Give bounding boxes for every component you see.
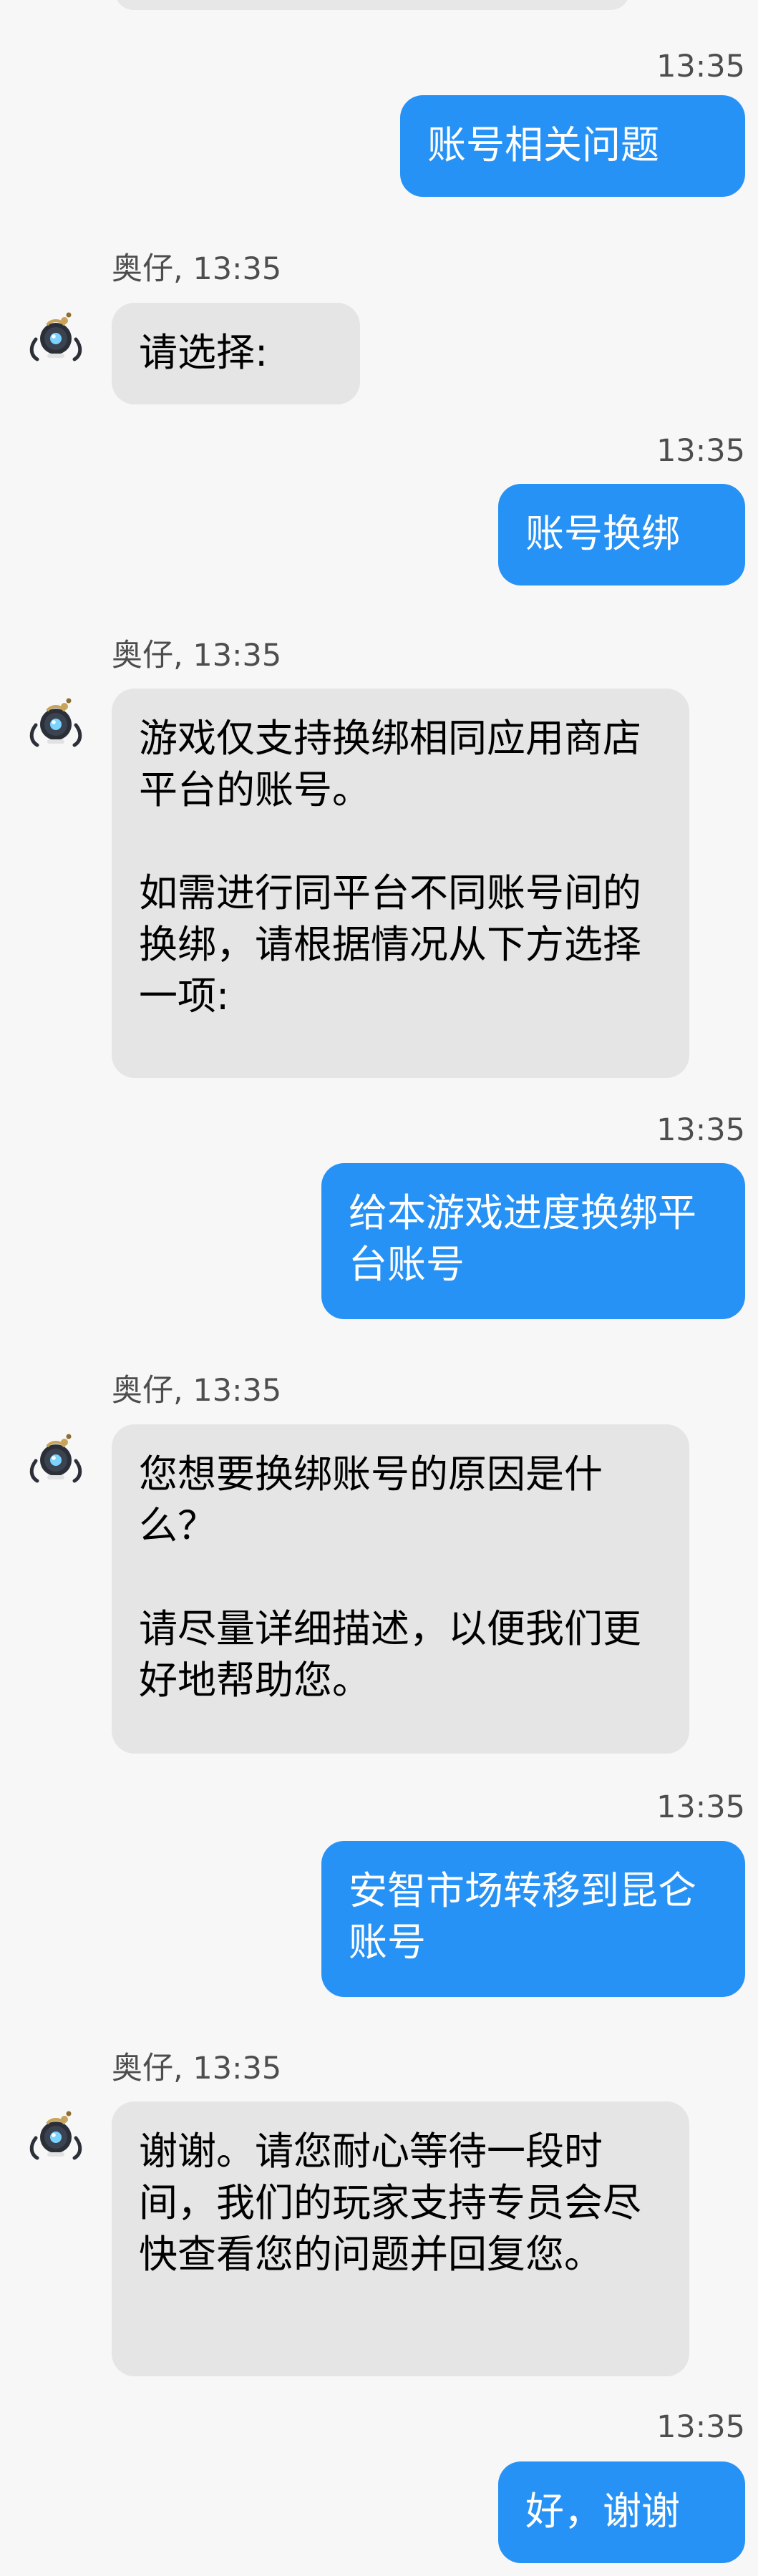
previous-message-fragment — [115, 0, 630, 10]
bot-avatar — [23, 305, 89, 371]
bot-sender-name: 奥仔, 13:35 — [112, 2051, 282, 2086]
bot-message[interactable]: 请选择: — [112, 303, 360, 404]
message-timestamp: 13:35 — [656, 1789, 745, 1825]
robot-avatar-icon — [29, 312, 82, 361]
bot-message[interactable]: 您想要换绑账号的原因是什么？ 请尽量详细描述，以便我们更好地帮助您。 — [112, 1424, 689, 1754]
chat-thread: 13:35 账号相关问题 奥仔, 13:35 请选择: 13:35 账号换绑 奥… — [0, 0, 758, 2576]
bot-sender-name: 奥仔, 13:35 — [112, 638, 282, 674]
bot-sender-name: 奥仔, 13:35 — [112, 251, 282, 287]
robot-avatar-icon — [29, 698, 82, 747]
user-message[interactable]: 给本游戏进度换绑平台账号 — [321, 1163, 745, 1319]
bot-message[interactable]: 游戏仅支持换绑相同应用商店平台的账号。 如需进行同平台不同账号间的换绑，请根据情… — [112, 689, 689, 1078]
user-message[interactable]: 好，谢谢 — [498, 2461, 745, 2563]
message-timestamp: 13:35 — [656, 2409, 745, 2445]
bot-avatar — [23, 691, 89, 757]
bot-avatar — [23, 2104, 89, 2169]
user-message[interactable]: 账号相关问题 — [400, 95, 745, 197]
user-message[interactable]: 安智市场转移到昆仑账号 — [321, 1841, 745, 1997]
bot-message[interactable]: 谢谢。请您耐心等待一段时间，我们的玩家支持专员会尽快查看您的问题并回复您。 — [112, 2101, 689, 2376]
user-message[interactable]: 账号换绑 — [498, 484, 745, 585]
message-timestamp: 13:35 — [656, 1112, 745, 1148]
message-timestamp: 13:35 — [656, 49, 745, 84]
bot-avatar — [23, 1426, 89, 1492]
message-timestamp: 13:35 — [656, 433, 745, 469]
robot-avatar-icon — [29, 1434, 82, 1483]
robot-avatar-icon — [29, 2111, 82, 2160]
bot-sender-name: 奥仔, 13:35 — [112, 1373, 282, 1409]
